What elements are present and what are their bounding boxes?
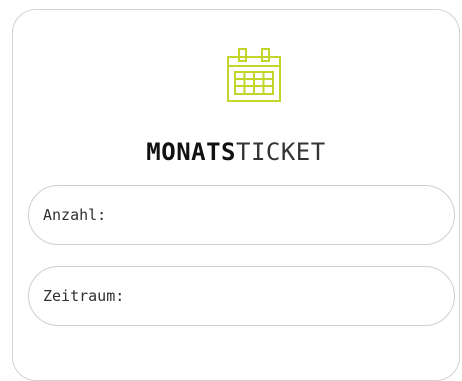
page-title: MONATSTICKET	[13, 138, 459, 166]
calendar-icon	[227, 48, 281, 102]
quantity-field[interactable]: Anzahl:	[28, 185, 455, 245]
period-field[interactable]: Zeitraum:	[28, 266, 455, 326]
title-light: TICKET	[236, 138, 326, 166]
period-label: Zeitraum:	[43, 287, 125, 305]
quantity-label: Anzahl:	[43, 206, 107, 224]
title-bold: MONATS	[146, 138, 236, 166]
